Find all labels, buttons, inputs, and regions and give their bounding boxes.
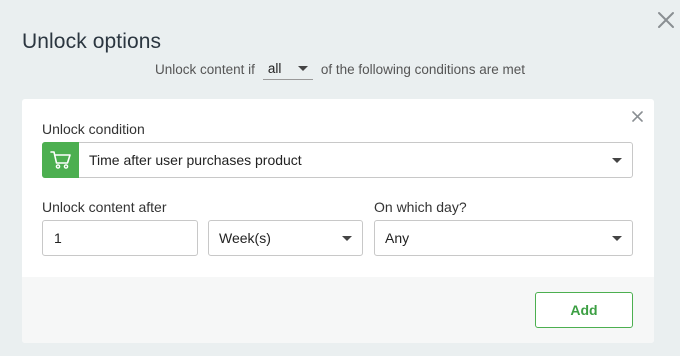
which-day-label: On which day? bbox=[374, 199, 467, 215]
close-icon bbox=[631, 110, 643, 122]
match-rule-prefix: Unlock content if bbox=[155, 61, 255, 77]
match-mode-value: all bbox=[267, 61, 282, 76]
chevron-down-icon bbox=[342, 235, 352, 241]
match-rule-suffix: of the following conditions are met bbox=[320, 61, 525, 77]
which-day-value: Any bbox=[385, 230, 410, 246]
unlock-after-amount-input[interactable]: 1 bbox=[42, 220, 198, 256]
add-button[interactable]: Add bbox=[535, 292, 633, 328]
unlock-after-label: Unlock content after bbox=[42, 199, 167, 215]
chevron-down-icon bbox=[612, 157, 622, 163]
match-rule: Unlock content if all of the following c… bbox=[0, 58, 680, 80]
unlock-condition-value: Time after user purchases product bbox=[89, 152, 302, 168]
unlock-after-amount-value: 1 bbox=[54, 230, 62, 246]
match-mode-select[interactable]: all bbox=[262, 58, 313, 80]
close-icon bbox=[658, 12, 674, 28]
remove-condition-button[interactable] bbox=[629, 108, 645, 124]
unlock-options-dialog: Unlock options Unlock content if all of … bbox=[0, 0, 680, 356]
chevron-down-icon bbox=[297, 66, 308, 71]
which-day-select[interactable]: Any bbox=[374, 220, 633, 256]
condition-card: Unlock condition Time after user purchas… bbox=[22, 99, 654, 343]
cart-icon bbox=[42, 142, 79, 178]
unlock-condition-select[interactable]: Time after user purchases product bbox=[42, 142, 633, 178]
chevron-down-icon bbox=[612, 235, 622, 241]
unlock-condition-label: Unlock condition bbox=[42, 121, 145, 137]
dialog-close-button[interactable] bbox=[655, 9, 677, 31]
unlock-after-unit-value: Week(s) bbox=[219, 230, 271, 246]
dialog-title: Unlock options bbox=[22, 30, 162, 53]
unlock-after-unit-select[interactable]: Week(s) bbox=[208, 220, 363, 256]
